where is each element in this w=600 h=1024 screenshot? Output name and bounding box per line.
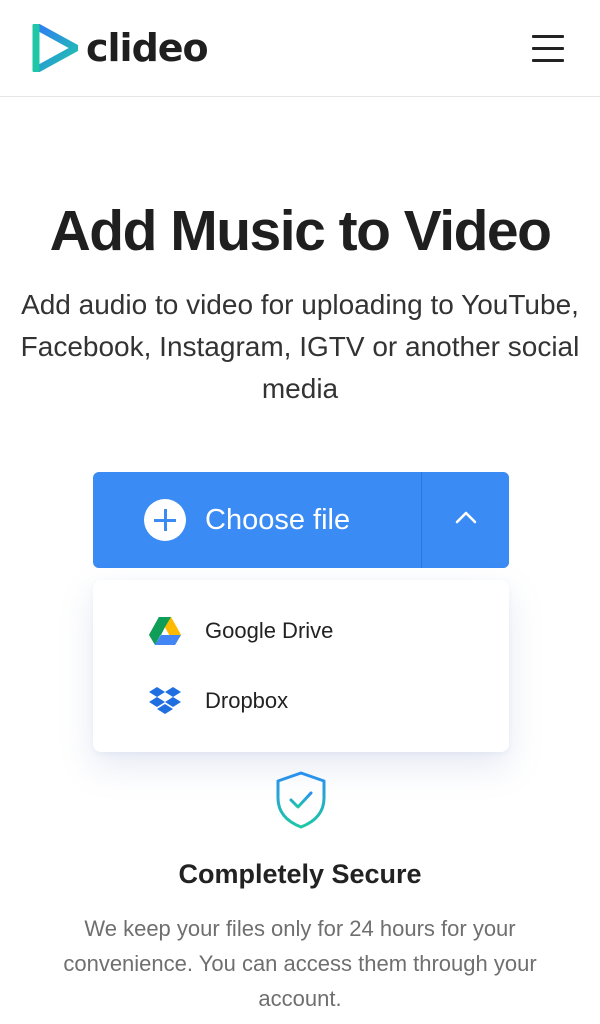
source-label-dropbox: Dropbox bbox=[205, 688, 289, 713]
source-label-google-drive: Google Drive bbox=[205, 618, 334, 643]
source-item-dropbox[interactable]: Dropbox bbox=[93, 671, 509, 731]
hamburger-menu-icon[interactable] bbox=[526, 30, 570, 66]
logo-wordmark: clideo bbox=[86, 26, 209, 70]
secure-title: Completely Secure bbox=[178, 859, 422, 889]
upload-source-toggle-button[interactable] bbox=[422, 472, 509, 568]
clideo-logo[interactable]: clideo bbox=[32, 24, 209, 72]
dropbox-icon bbox=[149, 687, 181, 714]
clideo-play-triangle-icon bbox=[32, 24, 78, 72]
source-item-google-drive[interactable]: Google Drive bbox=[93, 601, 509, 661]
chevron-up-icon bbox=[455, 511, 477, 524]
upload-source-dropdown: Google Drive Dropbox bbox=[93, 580, 509, 752]
page-title: Add Music to Video bbox=[49, 199, 552, 263]
page-subtitle: Add audio to video for uploading to YouT… bbox=[20, 289, 580, 404]
choose-file-label: Choose file bbox=[205, 504, 351, 536]
plus-circle-icon bbox=[144, 499, 186, 541]
choose-file-button[interactable]: Choose file bbox=[93, 472, 421, 568]
shield-check-icon bbox=[276, 771, 326, 829]
google-drive-icon bbox=[149, 617, 181, 645]
site-header: clideo bbox=[0, 0, 600, 97]
upload-button-group: Choose file bbox=[93, 472, 509, 568]
secure-description: We keep your files only for 24 hours for… bbox=[63, 916, 537, 1011]
